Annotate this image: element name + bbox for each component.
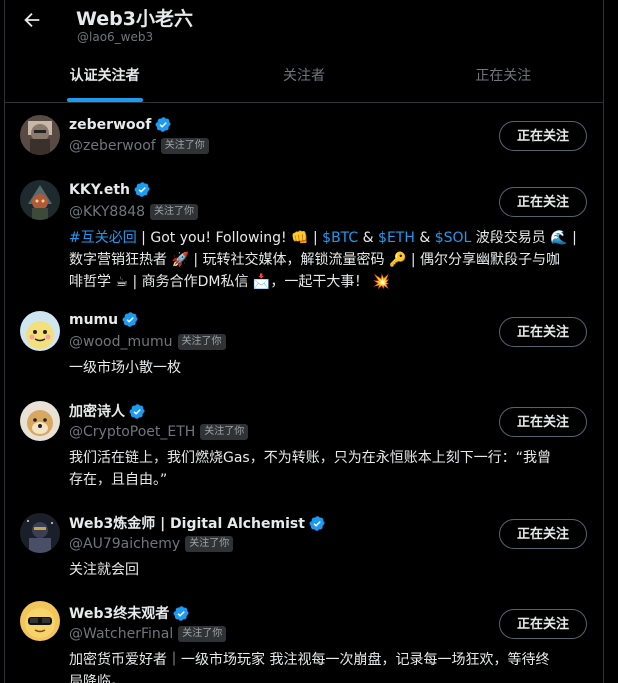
profile-header: Web3小老六 @lao6_web3 认证关注者 关注者 正在关注	[5, 0, 603, 103]
tab-verified-followers[interactable]: 认证关注者	[5, 54, 204, 102]
main-column: Web3小老六 @lao6_web3 认证关注者 关注者 正在关注 zeberw…	[4, 0, 604, 683]
tab-label: 认证关注者	[69, 68, 140, 84]
follows-you-badge: 关注了你	[178, 626, 227, 642]
avatar[interactable]	[20, 311, 60, 351]
bio-line: 局降临。	[69, 674, 125, 683]
user-bio: 关注就会回	[69, 559, 589, 581]
avatar[interactable]	[20, 180, 60, 220]
user-handle[interactable]: @KKY8848	[69, 204, 145, 220]
user-cell[interactable]: Web3终未观者 @WatcherFinal 关注了你 正在关注 加密货币爱好者…	[5, 589, 603, 683]
user-bio: #互关必回 | Got you! Following! 👊 | $BTC & $…	[69, 227, 589, 293]
user-name-row: Web3炼金师 | Digital Alchemist	[69, 513, 326, 533]
following-button[interactable]: 正在关注	[499, 407, 587, 437]
tab-following[interactable]: 正在关注	[404, 54, 603, 102]
verified-badge-icon	[122, 312, 138, 327]
user-handle[interactable]: @WatcherFinal	[69, 626, 173, 642]
bio-line: 数字营销狂热者 🚀 | 玩转社交媒体，解锁流量密码 🔑 | 偶尔分享幽默段子与咖	[69, 252, 560, 268]
avatar[interactable]	[20, 513, 60, 553]
user-name[interactable]: 加密诗人	[69, 401, 125, 421]
verified-badge-icon	[129, 403, 145, 419]
follows-you-badge: 关注了你	[150, 204, 199, 220]
bio-line: 存在，且自由。”	[69, 472, 168, 488]
bio-line: 一级市场小散一枚	[69, 360, 181, 376]
user-cell[interactable]: zeberwoof @zeberwoof 关注了你 正在关注	[5, 103, 603, 167]
user-cell[interactable]: 加密诗人 @CryptoPoet_ETH 关注了你 正在关注 我们活在链上，我们…	[5, 387, 603, 499]
following-button[interactable]: 正在关注	[499, 317, 587, 347]
user-name-row: 加密诗人	[69, 401, 146, 421]
user-name[interactable]: KKY.eth	[69, 182, 130, 198]
follows-you-badge: 关注了你	[185, 536, 234, 552]
active-tab-indicator	[66, 98, 143, 102]
user-handle-row: @zeberwoof 关注了你	[69, 138, 209, 154]
user-name[interactable]: zeberwoof	[69, 117, 151, 133]
user-cell[interactable]: KKY.eth @KKY8848 关注了你 正在关注 #互关必回 | Got y…	[5, 167, 603, 297]
verified-badge-icon	[134, 182, 150, 197]
arrow-left-icon[interactable]	[19, 9, 45, 35]
verified-badge-icon	[173, 605, 189, 621]
bio-text: &	[358, 230, 379, 246]
page-handle: @lao6_web3	[77, 30, 154, 44]
user-bio: 一级市场小散一枚	[69, 357, 589, 379]
tab-bar: 认证关注者 关注者 正在关注	[5, 54, 603, 102]
bio-line: 我们活在链上，我们燃烧Gas，不为转账，只为在永恒账本上刻下一行：“我曾	[69, 450, 551, 466]
verified-badge-icon	[309, 515, 325, 531]
user-handle-row: @wood_mumu 关注了你	[69, 334, 226, 350]
user-handle[interactable]: @zeberwoof	[69, 138, 156, 154]
bio-line: 加密货币爱好者｜一级市场玩家 我注视每一次崩盘，记录每一场狂欢，等待终	[69, 652, 550, 668]
avatar[interactable]	[20, 601, 60, 641]
user-name-row: Web3终未观者	[69, 603, 190, 623]
user-handle-row: @KKY8848 关注了你	[69, 204, 199, 220]
bio-text: 波段交易员 🌊 |	[471, 230, 577, 246]
following-button[interactable]: 正在关注	[499, 609, 587, 639]
user-name[interactable]: mumu	[69, 312, 118, 328]
bio-line: 关注就会回	[69, 562, 139, 578]
user-handle-row: @CryptoPoet_ETH 关注了你	[69, 424, 249, 440]
bio-line: 啡哲学 ☕ | 商务合作DM私信 📩，一起干大事！ 💥	[69, 274, 391, 290]
following-button[interactable]: 正在关注	[499, 187, 587, 217]
bio-tag-link[interactable]: $BTC	[322, 230, 358, 246]
user-cell[interactable]: mumu @wood_mumu 关注了你 正在关注 一级市场小散一枚	[5, 297, 603, 385]
bio-text: | Got you! Following! 👊 |	[136, 230, 323, 246]
user-name[interactable]: Web3终未观者	[69, 603, 169, 623]
following-button[interactable]: 正在关注	[499, 121, 587, 151]
tab-followers[interactable]: 关注者	[204, 54, 403, 102]
avatar[interactable]	[20, 115, 60, 155]
bio-tag-link[interactable]: #互关必回	[69, 230, 137, 246]
follows-you-badge: 关注了你	[200, 424, 249, 440]
page: Web3小老六 @lao6_web3 认证关注者 关注者 正在关注 zeberw…	[0, 0, 618, 683]
user-name-row: zeberwoof	[69, 116, 172, 133]
user-name-row: KKY.eth	[69, 181, 151, 198]
following-button[interactable]: 正在关注	[499, 519, 587, 549]
tab-label: 正在关注	[475, 68, 532, 84]
user-cell[interactable]: Web3炼金师 | Digital Alchemist @AU79aichemy…	[5, 499, 603, 587]
user-bio: 我们活在链上，我们燃烧Gas，不为转账，只为在永恒账本上刻下一行：“我曾 存在，…	[69, 447, 589, 491]
follows-you-badge: 关注了你	[160, 138, 209, 154]
tab-label: 关注者	[282, 68, 325, 84]
user-name-row: mumu	[69, 311, 139, 328]
user-handle[interactable]: @AU79aichemy	[69, 536, 180, 552]
user-name[interactable]: Web3炼金师 | Digital Alchemist	[69, 513, 305, 533]
bio-tag-link[interactable]: $SOL	[435, 230, 472, 246]
verified-badge-icon	[155, 117, 172, 132]
user-handle[interactable]: @CryptoPoet_ETH	[69, 424, 195, 440]
user-bio: 加密货币爱好者｜一级市场玩家 我注视每一次崩盘，记录每一场狂欢，等待终 局降临。	[69, 649, 589, 683]
bio-text: &	[414, 230, 435, 246]
avatar[interactable]	[20, 401, 60, 441]
user-handle[interactable]: @wood_mumu	[69, 334, 173, 350]
bio-tag-link[interactable]: $ETH	[378, 230, 415, 246]
user-handle-row: @AU79aichemy 关注了你	[69, 536, 234, 552]
page-title: Web3小老六	[76, 8, 193, 30]
follows-you-badge: 关注了你	[177, 334, 226, 350]
user-handle-row: @WatcherFinal 关注了你	[69, 626, 227, 642]
bio-line: #互关必回 | Got you! Following! 👊 | $BTC & $…	[69, 227, 589, 249]
